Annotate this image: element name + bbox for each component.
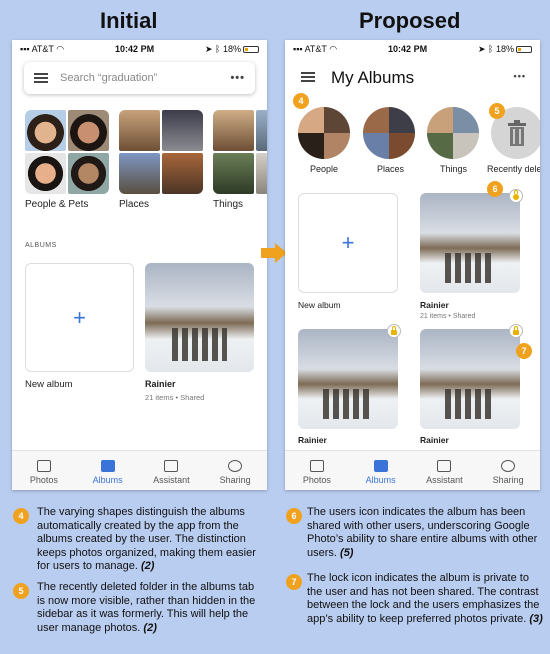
battery-icon: [242, 45, 259, 53]
badge-5: 5: [489, 103, 505, 119]
people-circle[interactable]: [298, 107, 350, 159]
people-pets-tile[interactable]: [25, 110, 109, 194]
carrier: AT&T: [31, 43, 54, 54]
hamburger-menu-icon[interactable]: [34, 73, 48, 83]
battery-percent: 18%: [495, 43, 514, 54]
circle-label-places: Places: [377, 164, 405, 174]
tile-label-people-pets: People & Pets: [25, 199, 89, 210]
plus-icon: +: [341, 230, 355, 255]
more-options-icon[interactable]: •••: [514, 71, 526, 81]
plus-icon: +: [73, 304, 86, 330]
rainier-album-cover-private-2[interactable]: [420, 329, 520, 429]
bottom-nav: Photos Albums Assistant Sharing: [285, 450, 540, 490]
bluetooth-icon: ᛒ: [488, 43, 494, 54]
signal-icon: ▪▪▪: [293, 43, 303, 54]
page-title: My Albums: [331, 68, 415, 87]
rainier-album-cover-private-1[interactable]: [298, 329, 398, 429]
circle-label-things: Things: [440, 164, 468, 174]
signal-icon: ▪▪▪: [20, 43, 30, 54]
trash-icon: [508, 120, 526, 146]
nav-albums[interactable]: Albums: [351, 460, 411, 485]
album-meta: 21 items • Shared: [420, 313, 476, 320]
album-name: Rainier: [420, 435, 449, 445]
bottom-nav: Photos Albums Assistant Sharing: [12, 450, 267, 490]
bluetooth-icon: ᛒ: [215, 43, 221, 54]
album-meta: 21 items • Shared: [145, 393, 205, 402]
nav-sharing[interactable]: Sharing: [478, 460, 538, 485]
location-icon: ➤: [477, 43, 486, 54]
rainier-album-cover[interactable]: [145, 263, 254, 372]
lock-icon: [509, 324, 523, 338]
search-input[interactable]: Search “graduation”: [60, 72, 157, 84]
album-name: Rainier: [420, 300, 449, 310]
users-icon: [509, 189, 523, 203]
hamburger-menu-icon[interactable]: [301, 72, 315, 82]
new-album-button[interactable]: +: [25, 263, 134, 372]
note-badge-5: 5: [13, 583, 29, 599]
things-tile[interactable]: [213, 110, 267, 194]
nav-sharing[interactable]: Sharing: [205, 460, 265, 485]
wifi-icon: ◠: [56, 43, 65, 54]
new-album-button[interactable]: +: [298, 193, 398, 293]
arrow-right-icon: [261, 243, 287, 263]
photo-icon: [36, 460, 51, 472]
badge-6: 6: [487, 181, 503, 197]
note-4: The varying shapes distinguish the album…: [37, 506, 256, 572]
proposed-phone: ▪▪▪ AT&T ◠ 10:42 PM ➤ ᛒ 18% My Albums ••…: [285, 40, 540, 490]
note-badge-4: 4: [13, 508, 29, 524]
tile-label-places: Places: [119, 199, 150, 210]
battery-percent: 18%: [222, 43, 241, 54]
note-5: The recently deleted folder in the album…: [37, 581, 256, 634]
circle-label-people: People: [310, 164, 339, 174]
carrier: AT&T: [304, 43, 327, 54]
clock: 10:42 PM: [388, 44, 428, 54]
new-album-label: New album: [25, 379, 73, 390]
places-tile[interactable]: [119, 110, 203, 194]
nav-photos[interactable]: Photos: [14, 460, 74, 485]
more-options-icon[interactable]: •••: [230, 72, 245, 84]
tile-label-things: Things: [213, 199, 244, 210]
nav-assistant[interactable]: Assistant: [141, 460, 201, 485]
nav-albums[interactable]: Albums: [78, 460, 138, 485]
status-bar: ▪▪▪ AT&T ◠ 10:42 PM ➤ ᛒ 18%: [12, 40, 267, 58]
album-name: Rainier: [298, 435, 327, 445]
photo-icon: [309, 460, 324, 472]
circle-label-recently-deleted: Recently dele: [487, 164, 540, 174]
note-7: The lock icon indicates the album is pri…: [307, 572, 543, 625]
assistant-icon: [164, 460, 179, 472]
location-icon: ➤: [204, 43, 213, 54]
album-icon: [373, 460, 388, 472]
heading-initial: Initial: [100, 8, 158, 33]
wifi-icon: ◠: [329, 43, 338, 54]
new-album-label: New album: [298, 300, 341, 310]
albums-section-title: ALBUMS: [25, 242, 57, 249]
sharing-icon: [501, 460, 516, 472]
status-bar: ▪▪▪ AT&T ◠ 10:42 PM ➤ ᛒ 18%: [285, 40, 540, 58]
album-icon: [100, 460, 115, 472]
things-circle[interactable]: [427, 107, 479, 159]
note-badge-7: 7: [286, 574, 302, 590]
places-circle[interactable]: [363, 107, 415, 159]
badge-4: 4: [293, 93, 309, 109]
rainier-album-cover-shared[interactable]: [420, 193, 520, 293]
lock-icon: [387, 324, 401, 338]
assistant-icon: [437, 460, 452, 472]
initial-phone: ▪▪▪ AT&T ◠ 10:42 PM ➤ ᛒ 18% Search “grad…: [12, 40, 267, 490]
nav-photos[interactable]: Photos: [287, 460, 347, 485]
battery-icon: [515, 45, 532, 53]
note-6: The users icon indicates the album has b…: [307, 506, 538, 559]
clock: 10:42 PM: [115, 44, 155, 54]
badge-7: 7: [516, 343, 532, 359]
heading-proposed: Proposed: [359, 8, 461, 33]
nav-assistant[interactable]: Assistant: [414, 460, 474, 485]
sharing-icon: [228, 460, 243, 472]
album-name: Rainier: [145, 379, 176, 389]
note-badge-6: 6: [286, 508, 302, 524]
search-bar[interactable]: Search “graduation” •••: [24, 62, 255, 94]
